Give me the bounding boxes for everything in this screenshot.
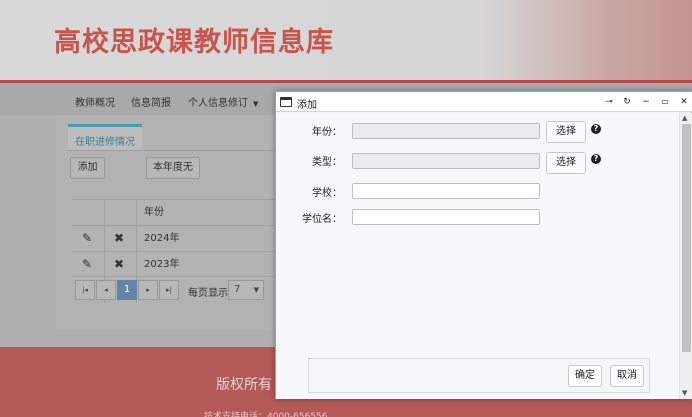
add-record-button[interactable]: 添加 bbox=[70, 157, 105, 179]
help-icon[interactable]: ? bbox=[591, 124, 601, 134]
tab-training-label: 在职进修情况 bbox=[75, 137, 135, 148]
edit-icon[interactable]: ✎ bbox=[82, 252, 92, 278]
none-this-year-button[interactable]: 本年度无 bbox=[146, 157, 200, 179]
nav-item-personal-info[interactable]: 个人信息修订 ▼ bbox=[188, 94, 258, 109]
minimize-icon[interactable]: − bbox=[639, 95, 653, 109]
row-year: 2023年 bbox=[144, 259, 180, 270]
last-page-button[interactable]: ▸| bbox=[159, 280, 179, 300]
edit-icon[interactable]: ✎ bbox=[82, 226, 92, 252]
per-page-select[interactable]: 7 ▼ bbox=[228, 280, 264, 300]
first-page-button[interactable]: |◂ bbox=[75, 280, 95, 300]
caret-down-icon: ▼ bbox=[253, 100, 259, 108]
window-icon bbox=[280, 97, 292, 107]
maximize-icon[interactable]: ▭ bbox=[658, 95, 672, 109]
column-header-year: 年份 bbox=[144, 207, 164, 218]
dialog-body: 年份： 选择 ? 类型： 选择 ? 学校： 学位名： 确定 取消 bbox=[276, 113, 679, 399]
site-header: 高校思政课教师信息库 bbox=[0, 0, 692, 82]
pagination: |◂ ◂ 1 ▸ ▸| 每页显示 7 ▼ bbox=[73, 277, 278, 303]
cancel-button[interactable]: 取消 bbox=[610, 365, 644, 387]
dialog-scrollbar[interactable]: ▲ ▼ bbox=[679, 113, 692, 399]
dialog-footer: 确定 取消 bbox=[308, 358, 650, 393]
scrollbar-thumb[interactable] bbox=[682, 124, 691, 352]
prev-page-button[interactable]: ◂ bbox=[96, 280, 116, 300]
help-icon[interactable]: ? bbox=[591, 154, 601, 164]
tab-training[interactable]: 在职进修情况 bbox=[68, 124, 142, 150]
table-header-row: 年份 bbox=[72, 199, 292, 225]
footer-copyright: 版权所有 bbox=[216, 377, 272, 393]
nav-item-overview[interactable]: 教师概况 bbox=[75, 94, 115, 109]
per-page-value: 7 bbox=[234, 284, 241, 295]
type-label: 类型： bbox=[312, 157, 342, 168]
table-row: ✎ ✖ 2023年 bbox=[72, 251, 292, 277]
page-1-button[interactable]: 1 bbox=[117, 280, 137, 300]
delete-icon[interactable]: ✖ bbox=[114, 252, 124, 278]
year-field[interactable] bbox=[352, 123, 540, 139]
select-type-button[interactable]: 选择 bbox=[546, 152, 586, 174]
per-page-label: 每页显示 bbox=[188, 288, 228, 299]
pin-icon[interactable]: ⊸ bbox=[602, 95, 616, 109]
refresh-icon[interactable]: ↻ bbox=[620, 95, 634, 109]
degree-label: 学位名： bbox=[302, 214, 342, 225]
tab-divider bbox=[68, 150, 292, 151]
content-panel: 在职进修情况 添加 本年度无 年份 ✎ ✖ 2024年 ✎ ✖ 2023年 |◂… bbox=[56, 115, 292, 330]
year-label: 年份： bbox=[312, 127, 342, 138]
site-title: 高校思政课教师信息库 bbox=[54, 27, 334, 58]
select-year-button[interactable]: 选择 bbox=[546, 121, 586, 143]
scroll-up-icon[interactable]: ▲ bbox=[682, 114, 687, 122]
scroll-down-icon[interactable]: ▼ bbox=[682, 389, 687, 397]
dialog-titlebar[interactable]: 添加 ⊸ ↻ − ▭ ✕ bbox=[276, 92, 692, 112]
table-row: ✎ ✖ 2024年 bbox=[72, 225, 292, 251]
delete-icon[interactable]: ✖ bbox=[114, 226, 124, 252]
next-page-button[interactable]: ▸ bbox=[138, 280, 158, 300]
row-year: 2024年 bbox=[144, 233, 180, 244]
caret-down-icon: ▼ bbox=[253, 286, 259, 294]
close-icon[interactable]: ✕ bbox=[677, 95, 691, 109]
school-label: 学校： bbox=[312, 188, 342, 199]
dialog-title: 添加 bbox=[297, 100, 317, 111]
nav-item-briefing[interactable]: 信息简报 bbox=[131, 94, 171, 109]
nav-item-personal-info-label: 个人信息修订 bbox=[188, 98, 248, 109]
add-dialog: 添加 ⊸ ↻ − ▭ ✕ 年份： 选择 ? 类型： 选择 ? 学校： 学位名： … bbox=[275, 91, 692, 399]
degree-field[interactable] bbox=[352, 209, 540, 225]
type-field[interactable] bbox=[352, 153, 540, 169]
school-field[interactable] bbox=[352, 183, 540, 199]
confirm-button[interactable]: 确定 bbox=[568, 365, 602, 387]
footer-support: 技术支持电话：4000-656556 bbox=[204, 412, 328, 417]
